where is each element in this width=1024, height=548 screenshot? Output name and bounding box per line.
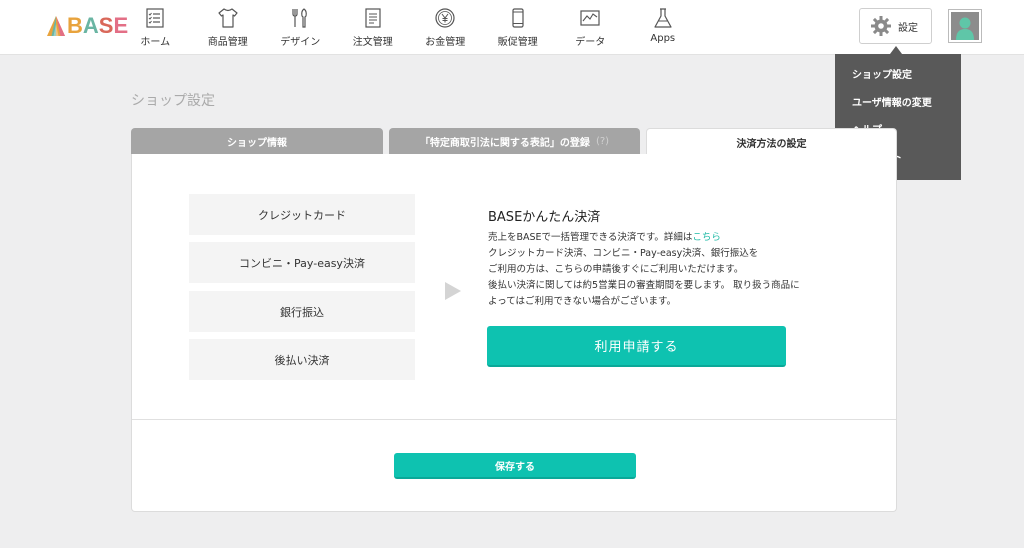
- nav-label: データ: [575, 37, 606, 48]
- method-convenience-store[interactable]: コンビニ・Pay-easy決済: [189, 242, 415, 283]
- tab-label: 「特定商取引法に関する表記」の登録: [419, 138, 590, 149]
- nav-item-promotion[interactable]: 販促管理: [482, 0, 555, 55]
- top-header: BASE ホーム 商品管理 デザイン 注文管理 お金管理 販促管理 データ Ap…: [0, 0, 1024, 55]
- tab-label: 決済方法の設定: [736, 138, 807, 150]
- nav-item-apps[interactable]: Apps: [627, 0, 700, 55]
- nav-label: デザイン: [280, 37, 321, 48]
- user-silhouette-icon: [956, 17, 974, 40]
- nav-label: お金管理: [425, 37, 466, 48]
- method-deferred-payment[interactable]: 後払い決済: [189, 339, 415, 380]
- tent-logo-icon: [47, 16, 65, 36]
- tools-icon: [292, 8, 308, 28]
- gear-icon: [871, 16, 891, 36]
- info-line: よってはご利用できない場合がございます。: [488, 296, 677, 307]
- nav-item-design[interactable]: デザイン: [264, 0, 337, 55]
- chart-icon: [580, 10, 600, 26]
- nav-label: ホーム: [140, 37, 171, 48]
- main-nav: ホーム 商品管理 デザイン 注文管理 お金管理 販促管理 データ Apps: [119, 0, 699, 55]
- dropdown-caret: [890, 46, 902, 54]
- nav-label: Apps: [650, 33, 676, 44]
- save-button[interactable]: 保存する: [394, 453, 636, 479]
- settings-button[interactable]: 設定: [859, 8, 932, 44]
- nav-item-home[interactable]: ホーム: [119, 0, 192, 55]
- tab-shop-info[interactable]: ショップ情報: [131, 128, 383, 155]
- smartphone-icon: [512, 8, 524, 28]
- nav-label: 商品管理: [207, 37, 248, 48]
- info-line: クレジットカード決済、コンビニ・Pay-easy決済、銀行振込を: [488, 248, 759, 259]
- nav-item-products[interactable]: 商品管理: [192, 0, 265, 55]
- info-title: BASEかんたん決済: [488, 210, 601, 225]
- play-arrow-icon: [445, 282, 461, 300]
- info-line: 後払い決済に関しては約5営業日の審査期間を要します。 取り扱う商品に: [488, 280, 800, 291]
- base-logo[interactable]: BASE: [46, 12, 128, 40]
- details-link[interactable]: こちら: [692, 232, 721, 243]
- nav-item-orders[interactable]: 注文管理: [337, 0, 410, 55]
- tab-payment-settings[interactable]: 決済方法の設定: [646, 128, 897, 155]
- info-line: 売上をBASEで一括管理できる決済です。詳細は: [488, 232, 693, 243]
- home-list-icon: [146, 8, 164, 28]
- nav-label: 販促管理: [497, 37, 538, 48]
- shirt-icon: [218, 8, 238, 28]
- divider: [132, 419, 896, 420]
- dropdown-item-shop-settings[interactable]: ショップ設定: [835, 62, 961, 90]
- avatar[interactable]: [948, 9, 982, 43]
- flask-icon: [654, 8, 672, 28]
- info-line: ご利用の方は、こちらの申請後すぐにご利用いただけます。: [488, 264, 744, 275]
- dropdown-item-user-info[interactable]: ユーザ情報の変更: [835, 90, 961, 118]
- tab-label: ショップ情報: [227, 138, 287, 149]
- page-title: ショップ設定: [131, 93, 215, 109]
- method-bank-transfer[interactable]: 銀行振込: [189, 291, 415, 332]
- tab-commercial-law[interactable]: 「特定商取引法に関する表記」の登録 (?): [389, 128, 640, 155]
- apply-button[interactable]: 利用申請する: [487, 326, 786, 367]
- nav-label: 注文管理: [352, 37, 393, 48]
- nav-item-data[interactable]: データ: [554, 0, 627, 55]
- payment-settings-panel: クレジットカード コンビニ・Pay-easy決済 銀行振込 後払い決済 BASE…: [131, 154, 897, 512]
- info-description: 売上をBASEで一括管理できる決済です。詳細はこちら クレジットカード決済、コン…: [488, 230, 848, 310]
- settings-label: 設定: [898, 22, 918, 34]
- help-icon[interactable]: (?): [596, 136, 609, 147]
- document-icon: [365, 8, 381, 28]
- yen-coin-icon: [435, 8, 455, 28]
- method-credit-card[interactable]: クレジットカード: [189, 194, 415, 235]
- nav-item-money[interactable]: お金管理: [409, 0, 482, 55]
